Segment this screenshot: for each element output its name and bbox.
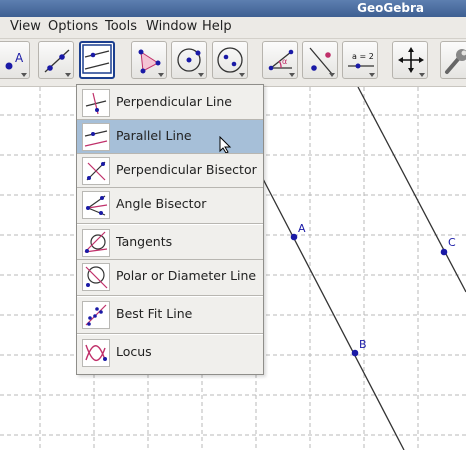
perpendicular-bisector-icon: [82, 157, 110, 185]
polygon-tool[interactable]: [131, 41, 167, 79]
parallel-line-c[interactable]: [358, 87, 466, 292]
settings-tool[interactable]: [440, 41, 466, 79]
tool-menu-arrow-icon: [198, 73, 204, 77]
parallel-line-tool-icon: [81, 43, 113, 77]
menu-item-tangents[interactable]: Tangents: [77, 226, 263, 259]
point-b[interactable]: [352, 350, 359, 357]
best-fit-line-icon: [82, 301, 110, 329]
menu-item-angle-bisector[interactable]: Angle Bisector: [77, 188, 263, 221]
perpendicular-line-icon: [82, 89, 110, 117]
title-bar: GeoGebra: [0, 0, 466, 17]
menu-item-label: Tangents: [116, 234, 172, 249]
tool-menu-arrow-icon: [289, 73, 295, 77]
menu-item-label: Angle Bisector: [116, 196, 206, 211]
mouse-cursor-icon: [219, 136, 233, 154]
wrench-icon: [441, 42, 466, 80]
menu-options[interactable]: Options: [48, 19, 98, 34]
tool-dropdown-menu: Perpendicular Line Parallel Line Perpend…: [76, 84, 264, 375]
separator: [77, 296, 263, 297]
menu-window[interactable]: Window: [146, 19, 197, 34]
tool-menu-arrow-icon: [369, 73, 375, 77]
parallel-line-tool[interactable]: [79, 41, 115, 79]
angle-tool[interactable]: α: [262, 41, 298, 79]
menu-item-label: Polar or Diameter Line: [116, 268, 256, 283]
svg-text:A: A: [15, 51, 24, 65]
menu-item-label: Locus: [116, 344, 152, 359]
point-b-label: B: [359, 338, 367, 351]
menu-item-best-fit-line[interactable]: Best Fit Line: [77, 298, 263, 331]
tool-menu-arrow-icon: [239, 73, 245, 77]
circle-tool[interactable]: [171, 41, 207, 79]
menu-item-locus[interactable]: Locus: [77, 336, 263, 369]
angle-bisector-icon: [82, 191, 110, 219]
polar-line-icon: [82, 263, 110, 291]
menu-item-label: Best Fit Line: [116, 306, 192, 321]
menu-item-label: Parallel Line: [116, 128, 192, 143]
window-title: GeoGebra: [357, 1, 424, 15]
menu-item-label: Perpendicular Line: [116, 94, 232, 109]
move-graphics-view-tool[interactable]: [392, 41, 428, 79]
menu-view[interactable]: View: [10, 19, 41, 34]
point-a-label: A: [298, 222, 306, 235]
svg-text:a = 2: a = 2: [352, 52, 374, 61]
ellipse-tool[interactable]: [212, 41, 248, 79]
menu-bar: View Options Tools Window Help: [0, 17, 466, 39]
menu-item-perpendicular-line[interactable]: Perpendicular Line: [77, 86, 263, 119]
point-a[interactable]: [291, 234, 298, 241]
point-c-label: C: [448, 236, 456, 249]
tool-menu-arrow-icon: [419, 73, 425, 77]
tool-menu-arrow-icon: [65, 73, 71, 77]
line-ab[interactable]: [262, 177, 404, 450]
tool-menu-arrow-icon: [21, 73, 27, 77]
point-tool[interactable]: A: [0, 41, 30, 79]
separator: [77, 224, 263, 225]
menu-help[interactable]: Help: [202, 19, 232, 34]
tool-menu-arrow-icon: [158, 73, 164, 77]
point-c[interactable]: [441, 249, 448, 256]
svg-text:α: α: [282, 57, 287, 66]
locus-icon: [82, 339, 110, 367]
slider-tool[interactable]: a = 2: [342, 41, 378, 79]
separator: [77, 334, 263, 335]
menu-item-label: Perpendicular Bisector: [116, 162, 257, 177]
menu-item-polar-line[interactable]: Polar or Diameter Line: [77, 260, 263, 293]
tool-menu-arrow-icon: [329, 73, 335, 77]
tangents-icon: [82, 229, 110, 257]
menu-item-parallel-line[interactable]: Parallel Line: [77, 120, 263, 153]
reflect-tool[interactable]: [302, 41, 338, 79]
toolbar: A: [0, 39, 466, 87]
line-tool[interactable]: [38, 41, 74, 79]
menu-item-perpendicular-bisector[interactable]: Perpendicular Bisector: [77, 154, 263, 187]
parallel-line-icon: [82, 123, 110, 151]
menu-tools[interactable]: Tools: [105, 19, 137, 34]
